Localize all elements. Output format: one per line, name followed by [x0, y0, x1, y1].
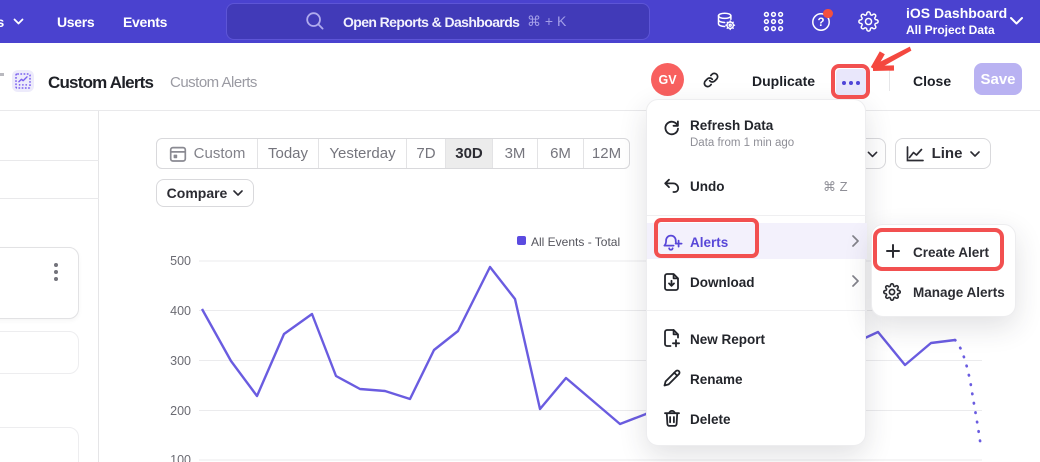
- svg-text:?: ?: [817, 17, 824, 29]
